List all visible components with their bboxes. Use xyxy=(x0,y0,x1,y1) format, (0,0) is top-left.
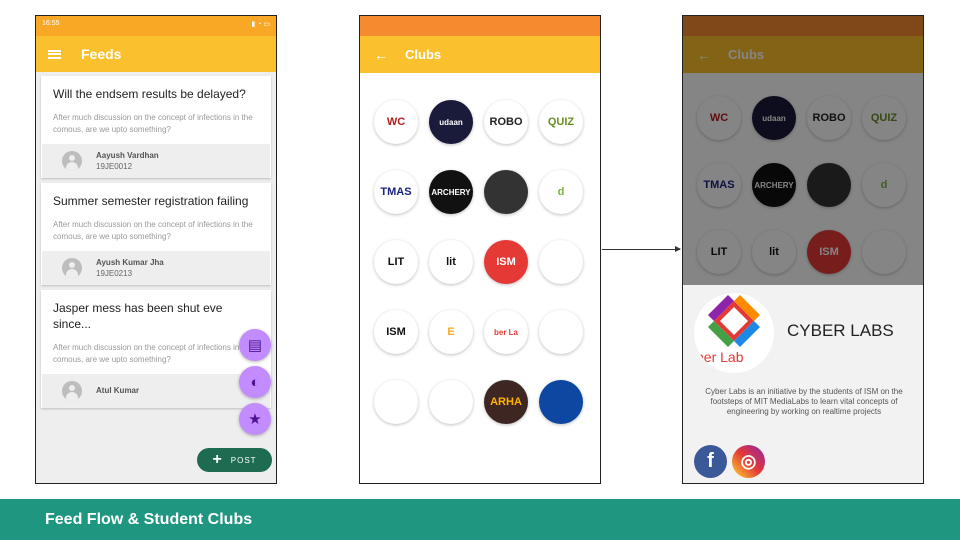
post-author: Aayush Vardhan 19JE0012 xyxy=(42,144,270,178)
post-excerpt: After much discussion on the concept of … xyxy=(53,343,253,364)
club-description: Cyber Labs is an initiative by the stude… xyxy=(705,387,903,416)
post-author: Ayush Kumar Jha 19JE0213 xyxy=(42,251,270,285)
new-feed-icon[interactable]: ▤ xyxy=(239,329,271,361)
facebook-icon[interactable]: f xyxy=(694,445,727,478)
club-logo[interactable]: WC xyxy=(374,100,418,144)
star-icon[interactable]: ★ xyxy=(239,403,271,435)
flow-arrow xyxy=(602,249,680,250)
club-logo-text: ARCHERY xyxy=(431,187,471,197)
club-logo-text: LIT xyxy=(387,256,405,268)
avatar xyxy=(62,258,82,278)
club-detail-screen: ← Clubs WC udaan ROBO QUIZ TMAS ARCHERY d LIT li… xyxy=(682,15,924,484)
status-bar: 16:55 ▮ ◔ ▭ xyxy=(36,16,276,36)
status-time: 16:55 xyxy=(42,20,60,27)
club-logo[interactable] xyxy=(539,240,583,284)
feed-card[interactable]: Will the endsem results be delayed? Afte… xyxy=(41,76,271,178)
club-logo[interactable]: LIT xyxy=(374,240,418,284)
plus-icon: + xyxy=(212,451,223,468)
club-logo[interactable] xyxy=(539,380,583,424)
club-logo[interactable]: ROBO xyxy=(484,100,528,144)
instagram-icon[interactable]: ◎ xyxy=(732,445,765,478)
club-logo[interactable]: d xyxy=(539,170,583,214)
club-logo-text: QUIZ xyxy=(547,116,575,128)
club-logo[interactable] xyxy=(484,170,528,214)
logo-caption: ber Lab xyxy=(696,349,744,365)
post-excerpt: After much discussion on the concept of … xyxy=(53,220,253,241)
cyber-labs-logo: ber Lab xyxy=(694,293,774,373)
club-name: CYBER LABS xyxy=(787,321,894,340)
feeds-screen: 16:55 ▮ ◔ ▭ Feeds Will the endsem result… xyxy=(35,15,277,484)
club-logo-text: ISM xyxy=(386,326,406,338)
club-logo[interactable]: ISM xyxy=(484,240,528,284)
slide: 16:55 ▮ ◔ ▭ Feeds Will the endsem result… xyxy=(0,0,960,540)
avatar xyxy=(62,381,82,401)
clubs-grid: WC udaan ROBO QUIZ TMAS ARCHERY d LIT lit ISM ISM E… xyxy=(374,100,584,425)
post-button-label: POST xyxy=(230,455,257,465)
author-name: Atul Kumar xyxy=(96,385,140,395)
author-id: 19JE0012 xyxy=(96,162,133,171)
post-button[interactable]: + POST xyxy=(197,448,272,472)
club-logo-text: ARHA xyxy=(490,396,522,408)
clubs-app-bar: ← Clubs xyxy=(360,36,600,73)
post-title: Summer semester registration failing xyxy=(53,194,249,208)
club-logo-text: ISM xyxy=(496,256,516,268)
back-arrow-icon[interactable]: ← xyxy=(374,47,388,63)
club-logo[interactable]: QUIZ xyxy=(539,100,583,144)
club-logo-text: ber La xyxy=(493,327,518,337)
club-logo-text: E xyxy=(447,326,455,338)
flow-arrow-head xyxy=(675,246,681,252)
palette-icon[interactable]: ◐ xyxy=(239,366,271,398)
status-bar xyxy=(360,16,600,36)
feed-card[interactable]: Summer semester registration failing Aft… xyxy=(41,183,271,285)
club-logo[interactable]: ISM xyxy=(374,310,418,354)
club-logo[interactable] xyxy=(374,380,418,424)
status-icons: ▮ ◔ ▭ xyxy=(251,21,270,28)
author-name: Aayush Vardhan xyxy=(96,151,159,160)
post-title: Jasper mess has been shut eve since... xyxy=(53,301,223,331)
post-excerpt: After much discussion on the concept of … xyxy=(53,113,253,134)
club-logo-text: lit xyxy=(446,256,456,268)
menu-icon[interactable] xyxy=(48,49,61,59)
club-logo[interactable]: ARCHERY xyxy=(429,170,473,214)
slide-caption: Feed Flow & Student Clubs xyxy=(0,499,960,540)
club-logo-text: ROBO xyxy=(489,116,523,128)
clubs-screen: ← Clubs WC udaan ROBO QUIZ TMAS ARCHERY d LIT li… xyxy=(359,15,601,484)
club-logo[interactable]: E xyxy=(429,310,473,354)
scrim-overlay[interactable] xyxy=(683,16,923,285)
club-logo-text: d xyxy=(557,186,565,198)
avatar xyxy=(62,151,82,171)
club-logo-text: udaan xyxy=(439,117,463,127)
post-author: Atul Kumar xyxy=(42,374,270,408)
club-logo[interactable]: udaan xyxy=(429,100,473,144)
clubs-title: Clubs xyxy=(405,47,442,62)
club-logo[interactable] xyxy=(429,380,473,424)
feed-card[interactable]: Jasper mess has been shut eve since... A… xyxy=(41,290,271,408)
post-title: Will the endsem results be delayed? xyxy=(53,87,246,101)
club-logo[interactable] xyxy=(539,310,583,354)
club-logo[interactable]: ARHA xyxy=(484,380,528,424)
author-id: 19JE0213 xyxy=(96,269,133,278)
club-logo[interactable]: ber La xyxy=(484,310,528,354)
feeds-app-bar: Feeds xyxy=(36,36,276,72)
club-logo-text: TMAS xyxy=(380,186,412,198)
club-logo-text: WC xyxy=(386,116,406,128)
club-logo[interactable]: lit xyxy=(429,240,473,284)
club-logo[interactable]: TMAS xyxy=(374,170,418,214)
club-bottom-sheet: ber Lab CYBER LABS Cyber Labs is an init… xyxy=(683,285,923,483)
author-name: Ayush Kumar Jha xyxy=(96,258,164,267)
feeds-title: Feeds xyxy=(81,46,122,62)
